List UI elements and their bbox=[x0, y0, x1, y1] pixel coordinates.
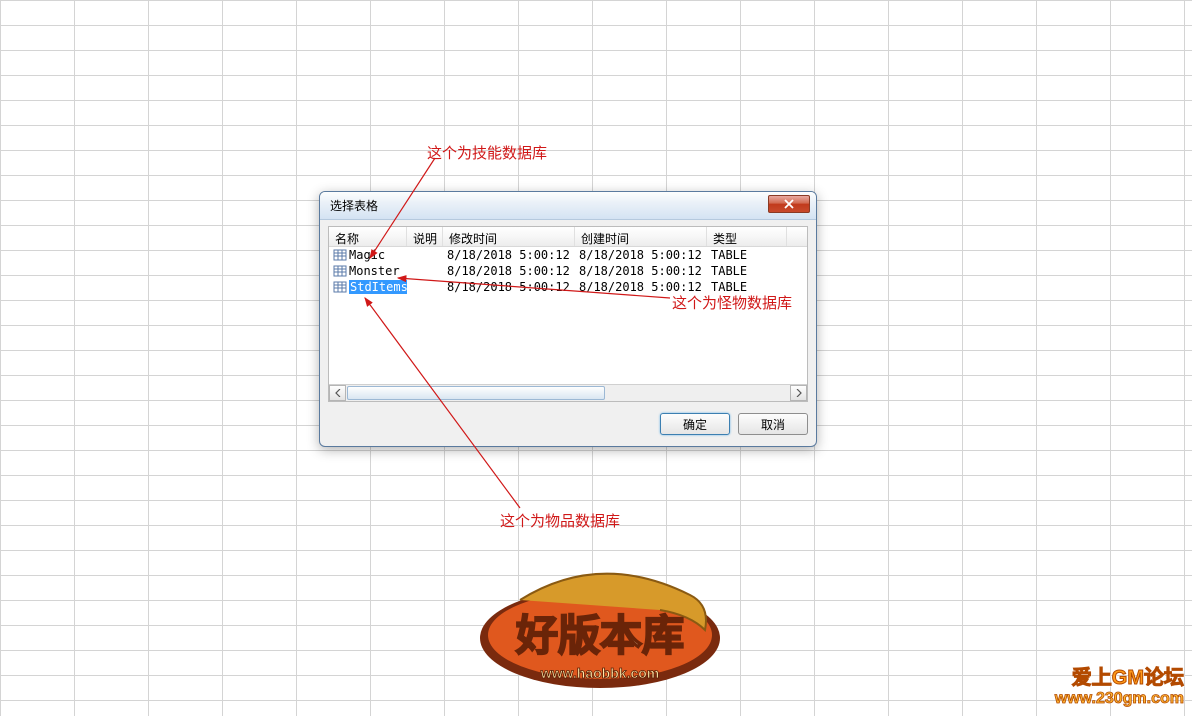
row-modified: 8/18/2018 5:00:12 PM bbox=[443, 248, 575, 262]
watermark-logo: 好版本库 www.haobbk.com bbox=[460, 560, 740, 700]
col-name[interactable]: 名称 bbox=[329, 227, 407, 246]
list-header: 名称 说明 修改时间 创建时间 类型 bbox=[329, 227, 807, 247]
select-table-dialog: 选择表格 名称 说明 修改时间 创建时间 类型 bbox=[319, 191, 817, 447]
dialog-titlebar[interactable]: 选择表格 bbox=[320, 192, 816, 220]
table-icon bbox=[333, 265, 347, 277]
row-created: 8/18/2018 5:00:12 PM bbox=[575, 248, 707, 262]
scroll-track[interactable] bbox=[346, 385, 790, 401]
svg-text:好版本库: 好版本库 bbox=[515, 613, 684, 660]
cancel-button[interactable]: 取消 bbox=[738, 413, 808, 435]
scroll-thumb[interactable] bbox=[347, 386, 605, 400]
table-row[interactable]: Monster 8/18/2018 5:00:12 PM 8/18/2018 5… bbox=[329, 263, 807, 279]
table-list: 名称 说明 修改时间 创建时间 类型 Magic 8/18/2018 5:00: bbox=[328, 226, 808, 402]
row-type: TABLE bbox=[707, 264, 787, 278]
row-name-text: Magic bbox=[349, 248, 385, 262]
row-created: 8/18/2018 5:00:12 PM bbox=[575, 264, 707, 278]
ok-button[interactable]: 确定 bbox=[660, 413, 730, 435]
annotation-skill: 这个为技能数据库 bbox=[427, 142, 547, 163]
row-type: TABLE bbox=[707, 248, 787, 262]
watermark-side: 爱上GM论坛 www.230gm.com bbox=[1055, 661, 1184, 708]
table-row[interactable]: Magic 8/18/2018 5:00:12 PM 8/18/2018 5:0… bbox=[329, 247, 807, 263]
scroll-right-button[interactable] bbox=[790, 385, 807, 401]
row-modified: 8/18/2018 5:00:12 PM bbox=[443, 280, 575, 294]
row-modified: 8/18/2018 5:00:12 PM bbox=[443, 264, 575, 278]
scroll-left-button[interactable] bbox=[329, 385, 346, 401]
horizontal-scrollbar[interactable] bbox=[329, 384, 807, 401]
annotation-monster: 这个为怪物数据库 bbox=[672, 292, 792, 313]
chevron-left-icon bbox=[335, 389, 341, 397]
table-icon bbox=[333, 281, 347, 293]
chevron-right-icon bbox=[796, 389, 802, 397]
table-icon bbox=[333, 249, 347, 261]
list-rows: Magic 8/18/2018 5:00:12 PM 8/18/2018 5:0… bbox=[329, 247, 807, 295]
watermark-side-url: www.230gm.com bbox=[1055, 690, 1184, 708]
col-modified[interactable]: 修改时间 bbox=[443, 227, 575, 246]
col-desc[interactable]: 说明 bbox=[407, 227, 443, 246]
watermark-side-title: 爱上GM论坛 bbox=[1055, 661, 1184, 690]
row-name-text: Monster bbox=[349, 264, 400, 278]
dialog-body: 名称 说明 修改时间 创建时间 类型 Magic 8/18/2018 5:00: bbox=[320, 220, 816, 446]
row-name-text: StdItems bbox=[349, 280, 407, 294]
close-button[interactable] bbox=[768, 195, 810, 213]
col-type[interactable]: 类型 bbox=[707, 227, 787, 246]
dialog-title: 选择表格 bbox=[330, 197, 378, 214]
annotation-item: 这个为物品数据库 bbox=[500, 510, 620, 531]
col-created[interactable]: 创建时间 bbox=[575, 227, 707, 246]
watermark-url: www.haobbk.com bbox=[540, 665, 660, 681]
close-icon bbox=[783, 199, 795, 209]
dialog-buttons: 确定 取消 bbox=[328, 402, 808, 438]
